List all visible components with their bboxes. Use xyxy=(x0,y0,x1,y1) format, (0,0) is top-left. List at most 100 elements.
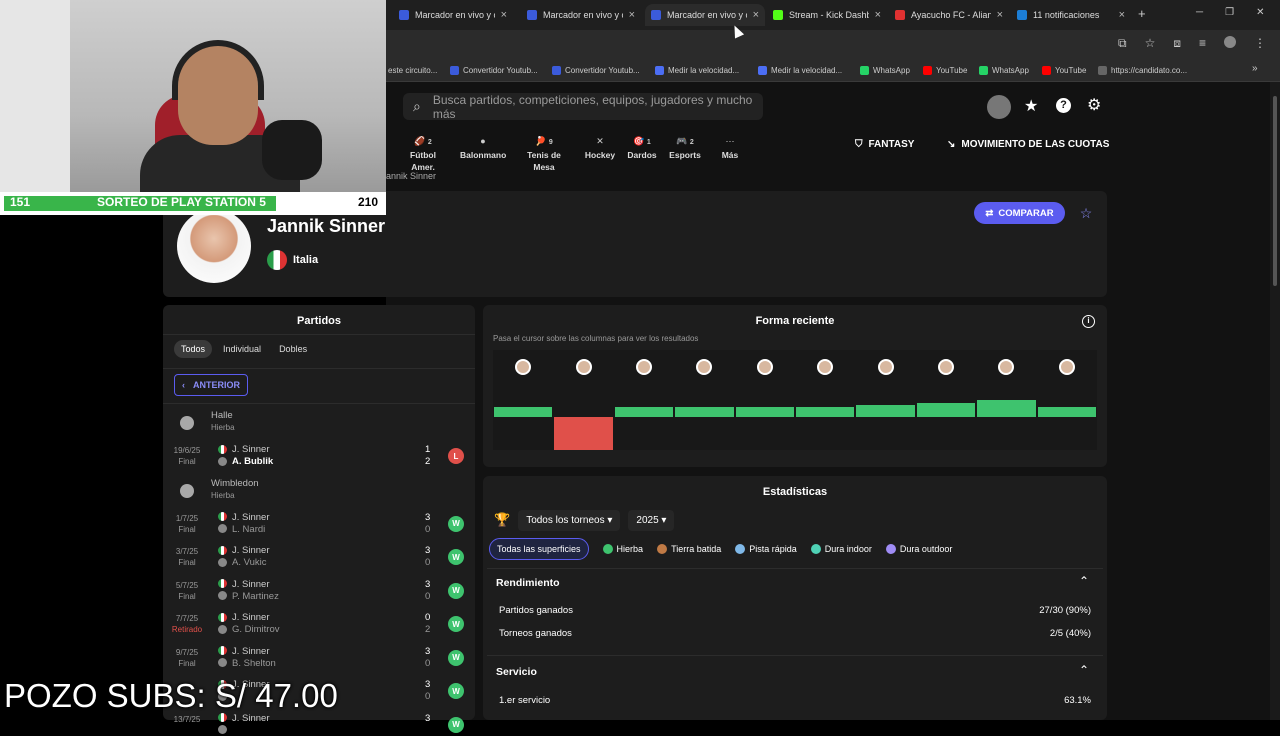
bookmark-item[interactable]: https://candidato.co... xyxy=(1098,63,1187,77)
player-one[interactable]: J. Sinner xyxy=(218,646,270,657)
close-tab-icon[interactable]: × xyxy=(875,9,881,21)
form-bar[interactable] xyxy=(856,405,915,417)
form-bar[interactable] xyxy=(796,407,855,417)
chevron-up-icon[interactable]: ⌃ xyxy=(1079,663,1089,677)
menu-dots-icon[interactable]: ⋮ xyxy=(1254,36,1266,51)
bookmark-item[interactable]: Convertidor Youtub... xyxy=(450,63,538,77)
bookmark-item[interactable]: Medir la velocidad... xyxy=(758,63,842,77)
settings-gear-icon[interactable]: ⚙ xyxy=(1087,95,1101,115)
browser-tab[interactable]: Marcador en vivo y c × xyxy=(521,4,641,26)
form-bar[interactable] xyxy=(977,399,1036,417)
help-icon[interactable]: ? xyxy=(1056,98,1071,113)
close-tab-icon[interactable]: × xyxy=(629,9,635,21)
odds-movement-button[interactable]: ↘ MOVIMIENTO DE LAS CUOTAS xyxy=(947,139,1109,150)
opponent-avatar[interactable] xyxy=(756,359,773,375)
form-bar[interactable] xyxy=(675,407,734,417)
filter-todos[interactable]: Todos xyxy=(174,340,213,358)
tournament-name[interactable]: Wimbledon xyxy=(211,478,259,489)
player-two[interactable] xyxy=(218,725,232,736)
player-two[interactable]: A. Vukic xyxy=(218,557,267,568)
sport-tab[interactable]: ● Balonmano xyxy=(460,135,506,161)
player-two[interactable]: P. Martinez xyxy=(218,591,279,602)
form-bar[interactable] xyxy=(1037,407,1096,417)
player-one[interactable]: J. Sinner xyxy=(218,612,270,623)
tournament-dropdown[interactable]: Todos los torneos ▾ xyxy=(518,509,621,531)
surface-filter[interactable]: Tierra batida xyxy=(657,544,721,554)
previous-button[interactable]: ‹ ANTERIOR xyxy=(174,374,248,396)
tournament-filter[interactable]: 🏆 Todos los torneos ▾ 2025 ▾ xyxy=(494,509,675,531)
opponent-avatar[interactable] xyxy=(575,359,592,375)
tournament-name[interactable]: Halle xyxy=(211,410,233,421)
compare-button[interactable]: ⇄ COMPARAR xyxy=(974,202,1065,224)
favorites-star-icon[interactable]: ★ xyxy=(1024,96,1038,116)
player-two[interactable]: B. Shelton xyxy=(218,658,276,669)
opponent-avatar[interactable] xyxy=(636,359,652,375)
browser-tab[interactable]: Marcador en vivo y c × xyxy=(393,4,513,26)
bookmarks-overflow-icon[interactable]: » xyxy=(1252,63,1258,74)
player-one[interactable]: J. Sinner xyxy=(218,545,270,556)
player-one[interactable]: J. Sinner xyxy=(218,444,270,455)
browser-tab[interactable]: Marcador en vivo y c × xyxy=(645,4,765,26)
form-bar[interactable] xyxy=(735,407,794,417)
scrollbar[interactable] xyxy=(1270,82,1280,720)
opponent-avatar[interactable] xyxy=(938,359,954,375)
sport-tab[interactable]: 🎮 2 Esports xyxy=(668,135,702,161)
surface-filter[interactable]: Dura outdoor xyxy=(885,544,952,554)
search-box[interactable]: ⌕ Busca partidos, competiciones, equipos… xyxy=(403,93,763,121)
bookmark-item[interactable]: este circuito... xyxy=(388,63,437,77)
bookmark-item[interactable]: YouTube xyxy=(923,63,967,77)
bookmark-item[interactable]: YouTube xyxy=(1042,63,1086,77)
browser-tab[interactable]: Stream - Kick Dashb × xyxy=(767,4,887,26)
follow-star-icon[interactable]: ☆ xyxy=(1076,203,1096,223)
bookmark-item[interactable]: Medir la velocidad... xyxy=(655,63,739,77)
surface-filter[interactable]: Pista rápida xyxy=(735,544,797,554)
install-icon[interactable]: ⧉ xyxy=(1118,36,1127,51)
browser-tab[interactable]: Ayacucho FC - Alianz × xyxy=(889,4,1009,26)
surface-filter[interactable]: Dura indoor xyxy=(810,544,872,554)
filter-dobles[interactable]: Dobles xyxy=(272,340,314,358)
form-bar[interactable] xyxy=(494,407,553,417)
form-bar[interactable] xyxy=(614,407,674,417)
sport-tab[interactable]: 🏈 2 Fútbol Amer. xyxy=(398,135,448,173)
search-input[interactable]: Busca partidos, competiciones, equipos, … xyxy=(433,93,763,121)
extensions-icon[interactable]: ⧈ xyxy=(1173,36,1181,51)
sport-tab[interactable]: 🎯 1 Dardos xyxy=(626,135,658,161)
maximize-icon[interactable]: ❐ xyxy=(1225,7,1234,18)
breadcrumb[interactable]: annik Sinner xyxy=(386,171,436,181)
sport-tab[interactable]: ⋯ Más xyxy=(718,135,742,161)
surface-filter[interactable]: Hierba xyxy=(602,544,643,554)
chevron-up-icon[interactable]: ⌃ xyxy=(1079,574,1089,588)
player-two[interactable]: A. Bublik xyxy=(218,456,273,467)
sport-tab[interactable]: 🏓 9 Tenis de Mesa xyxy=(516,135,572,173)
new-tab-button[interactable]: + xyxy=(1138,6,1146,21)
close-tab-icon[interactable]: × xyxy=(753,9,759,21)
window-controls[interactable]: ─ ❐ ✕ xyxy=(1196,7,1264,18)
form-bar[interactable] xyxy=(916,403,976,417)
close-window-icon[interactable]: ✕ xyxy=(1256,7,1264,18)
close-tab-icon[interactable]: × xyxy=(1119,9,1125,21)
user-avatar[interactable] xyxy=(987,95,1011,119)
sport-tab[interactable]: ✕ Hockey xyxy=(583,135,617,161)
close-tab-icon[interactable]: × xyxy=(997,9,1003,21)
form-bar[interactable] xyxy=(554,417,613,450)
opponent-avatar[interactable] xyxy=(877,359,894,375)
filter-individual[interactable]: Individual xyxy=(216,340,268,358)
surface-filter[interactable]: Todas las superficies xyxy=(489,538,589,560)
bookmark-star-icon[interactable]: ☆ xyxy=(1145,36,1156,51)
player-one[interactable]: J. Sinner xyxy=(218,512,270,523)
minimize-icon[interactable]: ─ xyxy=(1196,7,1203,18)
fantasy-button[interactable]: ⛉ FANTASY xyxy=(855,139,914,150)
info-icon[interactable]: i xyxy=(1082,315,1095,328)
opponent-avatar[interactable] xyxy=(1058,359,1075,375)
bookmark-item[interactable]: WhatsApp xyxy=(860,63,910,77)
close-tab-icon[interactable]: × xyxy=(501,9,507,21)
browser-tab[interactable]: 11 notificaciones × xyxy=(1011,4,1131,26)
bookmark-item[interactable]: Convertidor Youtub... xyxy=(552,63,640,77)
bookmark-item[interactable]: WhatsApp xyxy=(979,63,1029,77)
player-one[interactable]: J. Sinner xyxy=(218,579,270,590)
player-two[interactable]: L. Nardi xyxy=(218,524,265,535)
player-two[interactable]: G. Dimitrov xyxy=(218,624,280,635)
media-icon[interactable]: ≡ xyxy=(1199,36,1206,51)
profile-avatar[interactable] xyxy=(1224,36,1236,48)
year-dropdown[interactable]: 2025 ▾ xyxy=(628,509,675,531)
